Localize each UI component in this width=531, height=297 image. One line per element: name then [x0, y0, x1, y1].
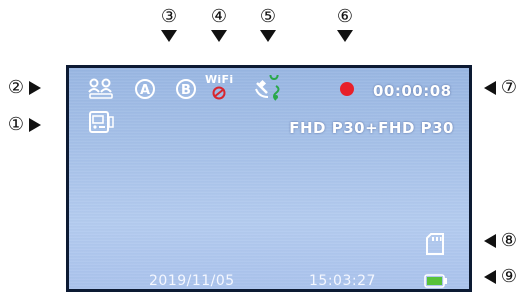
callout-6: ⑥	[333, 8, 357, 42]
camera-a-label: A	[140, 83, 150, 98]
wifi-label: WiFi	[205, 73, 234, 86]
arrow-down-icon	[260, 30, 276, 42]
callout-number: ④	[210, 6, 228, 27]
callout-7: ⑦	[484, 79, 519, 97]
camera-b-label: B	[181, 83, 191, 98]
arrow-left-icon	[484, 234, 496, 248]
recording-dot-icon	[339, 81, 355, 101]
resolution-label: FHD P30+FHD P30	[289, 119, 454, 137]
callout-number: ⑧	[500, 230, 518, 251]
camera-b-icon: B	[175, 78, 199, 104]
video-mode-icon	[89, 111, 115, 139]
arrow-down-icon	[161, 30, 177, 42]
callout-number: ⑤	[259, 6, 277, 27]
callout-number: ⑦	[500, 77, 518, 98]
arrow-left-icon	[484, 270, 496, 284]
callout-2: ②	[6, 79, 41, 97]
callout-number: ⑨	[500, 266, 518, 287]
callout-9: ⑨	[484, 268, 519, 286]
callout-8: ⑧	[484, 232, 519, 250]
callout-number: ②	[7, 77, 25, 98]
callout-5: ⑤	[256, 8, 280, 42]
arrow-right-icon	[29, 118, 41, 132]
callout-number: ①	[7, 114, 25, 135]
callout-number: ⑥	[336, 6, 354, 27]
callout-1: ①	[6, 116, 41, 134]
callout-3: ③	[157, 8, 181, 42]
time-label: 15:03:27	[309, 273, 376, 289]
arrow-down-icon	[337, 30, 353, 42]
dashcam-screen: A B WiFi 00:00:08 FHD P30+FHD P30 2019/1…	[66, 65, 472, 292]
callout-4: ④	[207, 8, 231, 42]
battery-icon	[424, 273, 448, 289]
sd-card-icon	[426, 233, 444, 259]
gps-icon	[254, 71, 284, 107]
callout-number: ③	[160, 6, 178, 27]
arrow-left-icon	[484, 81, 496, 95]
wifi-icon: WiFi	[205, 73, 235, 101]
arrow-right-icon	[29, 81, 41, 95]
recording-time: 00:00:08	[373, 82, 452, 100]
arrow-down-icon	[211, 30, 227, 42]
date-label: 2019/11/05	[149, 273, 235, 289]
camera-a-icon: A	[134, 78, 158, 104]
voice-record-icon	[88, 78, 116, 104]
